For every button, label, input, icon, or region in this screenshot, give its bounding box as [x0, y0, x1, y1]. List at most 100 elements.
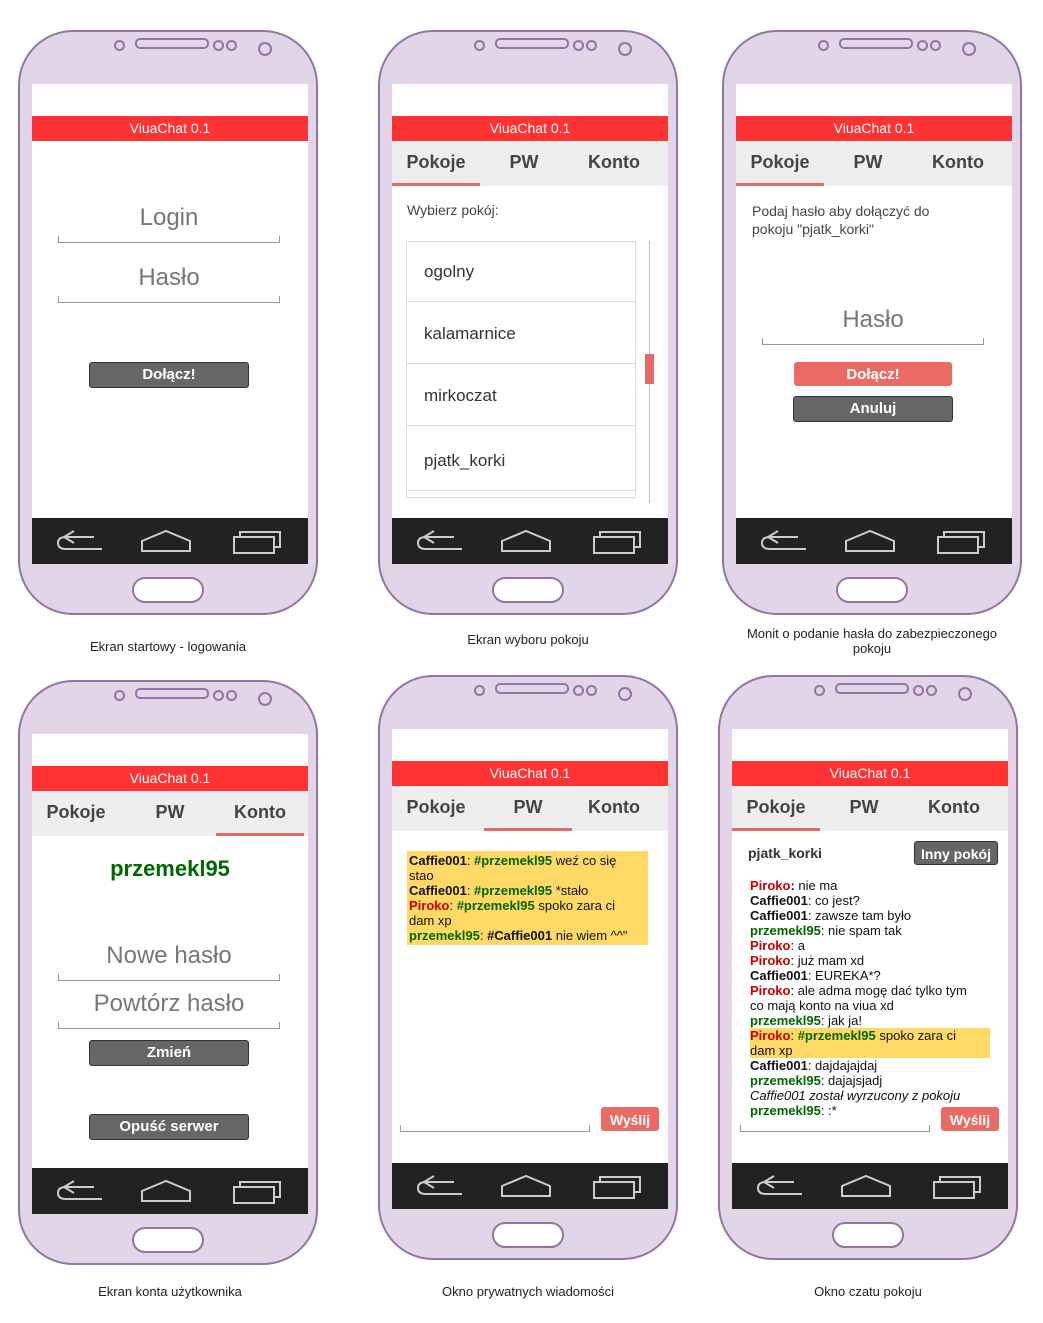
chat-author: Piroko [750, 1028, 791, 1043]
tab-konto[interactable]: Konto [570, 141, 658, 186]
tab-konto[interactable]: Konto [570, 786, 658, 831]
recent-apps-icon[interactable] [592, 527, 644, 555]
pm-mention: #przemekl95 [474, 853, 553, 868]
home-icon[interactable] [844, 527, 896, 555]
recent-apps-icon[interactable] [592, 1172, 644, 1200]
pm-mention: #przemekl95 [456, 898, 535, 913]
join-button[interactable]: Dołącz! [794, 362, 952, 386]
room-name: pjatk_korki [748, 845, 822, 861]
screen: ViuaChat 0.1 Pokoje PW Konto Caffie001: … [392, 729, 668, 1209]
room-item[interactable]: kalamarnice [407, 304, 635, 364]
tab-bar: Pokoje PW Konto [732, 786, 1008, 831]
chat-line: co mają konto na viua xd [750, 998, 990, 1013]
tab-konto[interactable]: Konto [910, 786, 998, 831]
pm-author: Caffie001 [409, 883, 467, 898]
tab-konto[interactable]: Konto [914, 141, 1002, 186]
back-icon[interactable] [414, 1172, 466, 1200]
sensor-dot-icon [213, 40, 224, 51]
send-button[interactable]: Wyślij [941, 1107, 999, 1131]
home-hardware-button[interactable] [132, 1227, 204, 1253]
pm-message: przemekl95: #Caffie001 nie wiem ^^" [409, 928, 646, 943]
speaker-icon [495, 683, 569, 694]
phone-rooms: ViuaChat 0.1 Pokoje PW Konto Wybierz pok… [378, 30, 678, 615]
home-icon[interactable] [840, 1172, 892, 1200]
chat-author: Caffie001 [750, 968, 808, 983]
tab-konto[interactable]: Konto [216, 791, 304, 836]
scrollbar-thumb[interactable] [645, 354, 654, 384]
chat-mention: #przemekl95 [797, 1028, 876, 1043]
sensor-dot-icon [586, 685, 597, 696]
screen: ViuaChat 0.1 Login Hasło Dołącz! [32, 84, 308, 564]
back-icon[interactable] [754, 1172, 806, 1200]
tab-pw[interactable]: PW [824, 141, 912, 186]
tab-pokoje[interactable]: Pokoje [32, 791, 120, 836]
other-room-button[interactable]: Inny pokój [914, 841, 998, 865]
sensor-dot-icon [114, 40, 125, 51]
home-hardware-button[interactable] [132, 577, 204, 603]
tab-pokoje[interactable]: Pokoje [392, 786, 480, 831]
room-password-field[interactable]: Hasło [762, 306, 984, 345]
chat-text: nie ma [794, 878, 838, 893]
cancel-button[interactable]: Anuluj [793, 396, 953, 422]
pm-text: weź co się [552, 853, 617, 868]
sensor-dot-icon [930, 40, 941, 51]
back-icon[interactable] [414, 527, 466, 555]
change-password-button[interactable]: Zmień [89, 1040, 249, 1066]
recent-apps-icon[interactable] [232, 527, 284, 555]
camera-icon [958, 687, 972, 701]
new-password-field[interactable]: Nowe hasło [58, 942, 280, 981]
sensor-dot-icon [474, 685, 485, 696]
room-item[interactable]: pjatk_korki [407, 431, 635, 491]
tab-pokoje[interactable]: Pokoje [736, 141, 824, 186]
chat-line: Caffie001: dajdajajdaj [750, 1058, 990, 1073]
home-hardware-button[interactable] [832, 1222, 904, 1248]
home-icon[interactable] [140, 1177, 192, 1205]
pm-text: nie wiem ^^" [552, 928, 628, 943]
chat-text: : nie spam tak [820, 923, 902, 938]
tab-pw[interactable]: PW [820, 786, 908, 831]
tab-pw[interactable]: PW [480, 141, 568, 186]
message-input[interactable] [400, 1117, 590, 1132]
chat-text: : ale adma mogę dać tylko tym [790, 983, 967, 998]
login-field[interactable]: Login [58, 204, 280, 243]
room-item[interactable]: mirkoczat [407, 366, 635, 426]
leave-server-button[interactable]: Opuść serwer [89, 1114, 249, 1140]
back-icon[interactable] [758, 527, 810, 555]
camera-icon [618, 42, 632, 56]
chat-text: : EUREKA*? [807, 968, 881, 983]
chat-text: : już mam xd [790, 953, 865, 968]
password-field[interactable]: Hasło [58, 264, 280, 303]
tab-pokoje[interactable]: Pokoje [392, 141, 480, 186]
repeat-password-field[interactable]: Powtórz hasło [58, 990, 280, 1029]
back-icon[interactable] [54, 1177, 106, 1205]
chat-message-list: Piroko: nie ma Caffie001: co jest? Caffi… [750, 878, 990, 1118]
screen: ViuaChat 0.1 Pokoje PW Konto Podaj hasło… [736, 84, 1012, 564]
recent-apps-icon[interactable] [936, 527, 988, 555]
home-hardware-button[interactable] [492, 577, 564, 603]
room-list[interactable]: ogolny kalamarnice mirkoczat pjatk_korki [406, 241, 636, 498]
tab-pw[interactable]: PW [484, 786, 572, 831]
home-hardware-button[interactable] [836, 577, 908, 603]
recent-apps-icon[interactable] [932, 1172, 984, 1200]
room-item[interactable]: ogolny [407, 242, 635, 302]
send-button[interactable]: Wyślij [601, 1107, 659, 1131]
home-icon[interactable] [500, 1172, 552, 1200]
chat-author: Caffie001 [750, 1058, 808, 1073]
speaker-icon [835, 683, 909, 694]
message-input[interactable] [740, 1117, 930, 1132]
home-hardware-button[interactable] [492, 1222, 564, 1248]
app-title: ViuaChat 0.1 [732, 761, 1008, 786]
tab-pw[interactable]: PW [126, 791, 214, 836]
back-icon[interactable] [54, 527, 106, 555]
home-icon[interactable] [140, 527, 192, 555]
chat-author: Piroko [750, 938, 791, 953]
android-nav-bar [32, 518, 308, 564]
recent-apps-icon[interactable] [232, 1177, 284, 1205]
join-button[interactable]: Dołącz! [89, 362, 249, 388]
chat-text: : zawsze tam było [807, 908, 912, 923]
tab-bar: Pokoje PW Konto [392, 786, 668, 831]
tab-bar: Pokoje PW Konto [32, 791, 308, 836]
login-placeholder: Login [139, 204, 199, 231]
tab-pokoje[interactable]: Pokoje [732, 786, 820, 831]
home-icon[interactable] [500, 527, 552, 555]
